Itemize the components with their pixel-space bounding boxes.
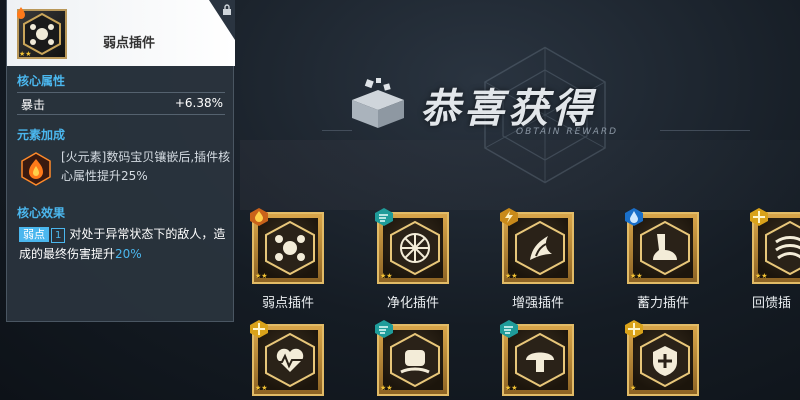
item-stars: ★★	[380, 384, 393, 392]
shield-plugin-icon	[515, 332, 565, 388]
light-icon	[625, 320, 643, 338]
panel-lock-corner[interactable]	[209, 0, 235, 40]
effect-highlight: 20%	[115, 247, 142, 261]
divider	[17, 114, 225, 115]
feedback-plugin-icon	[765, 220, 800, 276]
banner-line-right	[660, 130, 750, 131]
purify-plugin-icon	[390, 220, 440, 276]
gift-box-icon	[352, 78, 404, 128]
item-stars: ★	[630, 384, 637, 392]
item-label: 净化插件	[386, 296, 439, 311]
weakness-plugin-icon	[265, 220, 315, 276]
core-attr-row: 暴击 +6.38%	[17, 96, 225, 114]
item-stars: ★★	[255, 384, 268, 392]
wind-icon	[500, 320, 518, 338]
fire-element-icon	[21, 152, 51, 186]
item-stars: ★★	[755, 272, 768, 280]
reward-title: 恭喜获得	[420, 86, 596, 132]
panel-item-stars: ★★	[19, 50, 32, 58]
core-attr-value: +6.38%	[174, 96, 223, 110]
core-effect-text: 弱点 1 对处于异常状态下的敌人，造成的最终伤害提升20%	[19, 224, 227, 264]
core-attr-title: 核心属性	[17, 74, 66, 88]
panel-item-name: 弱点插件	[103, 36, 156, 51]
plugin-detail-panel: ★★ 弱点插件 核心属性 暴击 +6.38% 元素加成 [火元素]数码宝贝镶嵌后…	[6, 0, 235, 322]
element-bonus-title: 元素加成	[17, 128, 66, 142]
charge-plugin-icon	[640, 220, 690, 276]
item-stars: ★★	[255, 272, 268, 280]
heart-plugin-icon	[265, 332, 315, 388]
wind-icon	[375, 208, 393, 226]
item-label: 增强插件	[511, 296, 564, 311]
light-icon	[250, 320, 268, 338]
thunder-icon	[500, 208, 518, 226]
fist-plugin-icon	[390, 332, 440, 388]
item-stars: ★★	[630, 272, 643, 280]
lock-icon	[223, 4, 231, 15]
enhance-plugin-icon	[515, 220, 565, 276]
element-bonus-text: [火元素]数码宝贝镶嵌后,插件核心属性提升25%	[61, 150, 231, 183]
divider	[17, 92, 225, 93]
item-stars: ★★	[380, 272, 393, 280]
fire-icon	[17, 7, 25, 19]
item-label: 回馈插	[752, 296, 792, 311]
item-label: 蓄力插件	[636, 296, 689, 311]
heal-plugin-icon	[640, 332, 690, 388]
item-label: 弱点插件	[261, 296, 314, 311]
effect-level: 1	[51, 228, 66, 243]
item-stars: ★★	[505, 272, 518, 280]
reward-banner: 恭喜获得 OBTAIN REWARD	[348, 70, 668, 140]
panel-item-icon: ★★	[17, 7, 67, 59]
light-icon	[750, 208, 768, 226]
item-stars: ★★	[505, 384, 518, 392]
wind-icon	[375, 320, 393, 338]
panel-header: ★★ 弱点插件	[7, 0, 235, 66]
fire-icon	[250, 208, 268, 226]
effect-tag: 弱点	[19, 227, 49, 242]
water-icon	[625, 208, 643, 226]
core-attr-name: 暴击	[21, 98, 46, 112]
core-effect-title: 核心效果	[17, 206, 66, 220]
reward-subtitle: OBTAIN REWARD	[516, 127, 619, 137]
